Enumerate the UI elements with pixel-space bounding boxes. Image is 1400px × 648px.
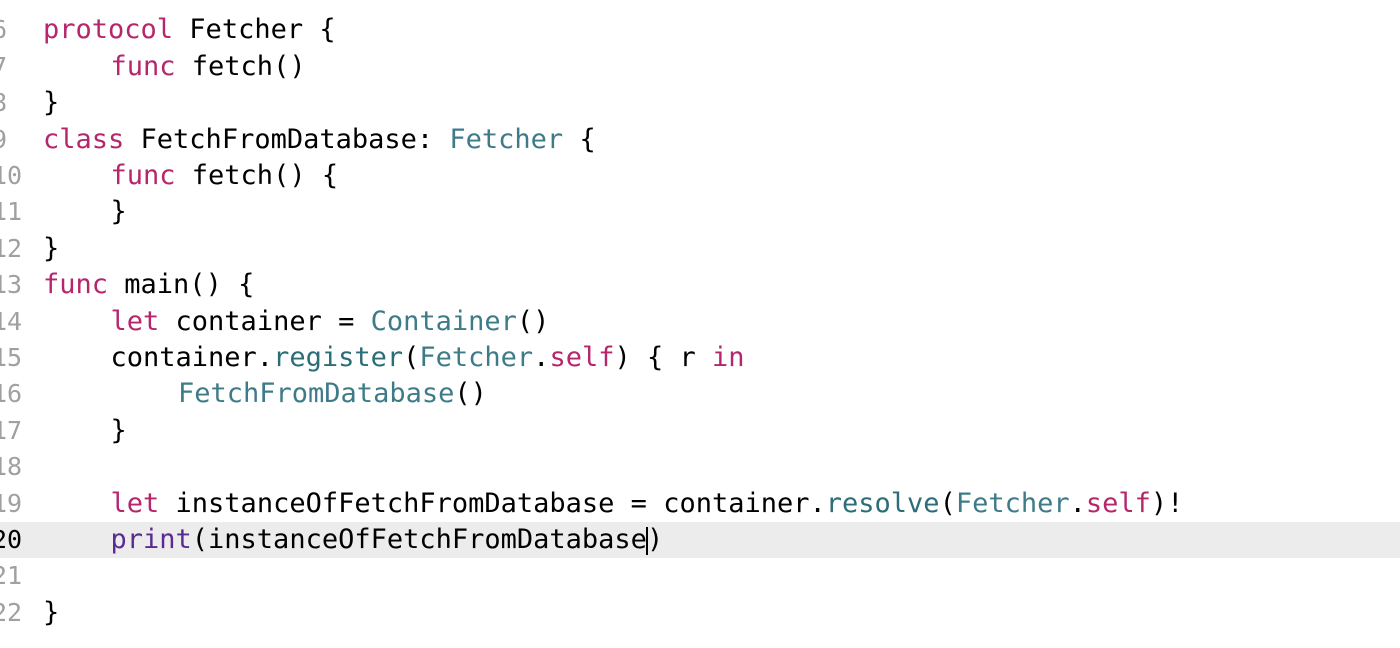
code-line[interactable]: 15 container.register(Fetcher.self) { r i… [0,340,1400,376]
code-line[interactable]: 6 protocol Fetcher { [0,12,1400,48]
code-token: . [533,342,550,373]
code-token: in [712,342,745,373]
line-number: 14 [0,306,23,336]
code-line[interactable]: 21 [0,558,1400,594]
code-token: let [110,487,160,519]
code-text: FetchFromDatabase() [178,376,487,412]
code-text: } [43,231,59,267]
line-number: 21 [0,561,23,591]
code-token: func [43,269,109,301]
code-token: } [43,596,60,628]
code-token: ( [939,487,956,519]
code-token: fetch() [175,50,306,82]
code-token: Fetcher [449,123,564,155]
line-number: 19 [0,488,23,518]
code-token: register [273,342,404,373]
code-token: } [43,232,60,264]
code-token: fetch() { [175,160,339,191]
code-text: func fetch() [111,49,306,85]
code-line[interactable]: 8} [0,85,1400,121]
code-text: let container = Container() [111,304,550,340]
code-token: protocol [43,14,174,46]
code-text: } [111,194,127,230]
code-token: container. [110,342,274,373]
code-token: func [110,50,176,82]
code-token: ) { r [614,342,713,373]
code-text: } [43,85,59,121]
code-token: FetchFromDatabase [178,378,455,410]
line-number: 18 [0,452,23,482]
code-token: Fetcher { [173,14,336,46]
code-token: print [110,524,192,555]
code-token: () [454,378,487,410]
code-token: . [1069,487,1086,519]
line-number: 8 [0,85,12,121]
line-number: 16 [0,379,23,409]
code-token: container = [159,305,371,337]
code-text: func fetch() { [111,158,339,194]
code-token: } [43,87,60,119]
code-text: protocol Fetcher { [43,12,336,48]
code-text: container.register(Fetcher.self) { r in [111,340,745,376]
code-text: } [43,595,59,631]
code-token: func [110,160,176,191]
code-text: class FetchFromDatabase: Fetcher { [43,122,596,158]
code-token: } [110,196,127,228]
code-line[interactable]: 7 func fetch() [0,49,1400,85]
code-text: func main() { [43,267,254,303]
line-number: 22 [0,597,23,627]
code-line[interactable]: 22} [0,595,1400,631]
code-line[interactable]: 12} [0,231,1400,267]
code-line[interactable]: 18 [0,449,1400,485]
code-line[interactable]: 10 func fetch() { [0,158,1400,194]
code-token: FetchFromDatabase: [124,123,450,155]
code-token: main() { [108,269,255,301]
code-line[interactable]: 17} [0,413,1400,449]
line-number: 11 [0,197,23,227]
code-token: resolve [825,487,940,519]
code-text: } [111,413,127,449]
code-line[interactable]: 9 class FetchFromDatabase: Fetcher { [0,122,1400,158]
line-number: 7 [0,49,12,85]
line-number: 15 [0,343,23,372]
line-number: 13 [0,270,23,300]
code-token: ( [403,342,420,373]
code-token: Container [370,305,517,337]
code-line[interactable]: 11} [0,194,1400,230]
code-token: )! [1150,487,1184,519]
code-token: self [549,342,615,373]
code-token: { [563,123,596,155]
code-token: (instanceOfFetchFromDatabase [191,524,647,555]
code-text: print(instanceOfFetchFromDatabase) [111,522,664,558]
line-number: 6 [0,12,12,48]
line-number: 17 [0,415,23,445]
code-token: () [516,305,550,337]
code-line[interactable]: 16 FetchFromDatabase() [0,376,1400,412]
code-token: } [110,414,127,446]
code-line[interactable]: 14 let container = Container() [0,304,1400,340]
code-line[interactable]: 20 print(instanceOfFetchFromDatabase) [0,522,1400,559]
code-token: class [43,123,125,155]
line-number: 9 [0,122,12,158]
line-number: 20 [0,525,23,554]
code-text: let instanceOfFetchFromDatabase = contai… [111,486,1184,522]
code-editor[interactable]: 6protocol Fetcher {7func fetch()8}9class… [0,0,1400,648]
code-token: self [1085,487,1151,519]
code-token: instanceOfFetchFromDatabase = container. [159,487,826,519]
line-number: 10 [0,161,23,190]
code-line[interactable]: 13 func main() { [0,267,1400,303]
code-token: let [110,305,160,337]
code-token: Fetcher [419,342,534,373]
code-token: Fetcher [955,487,1070,519]
code-token: ) [646,524,664,555]
line-number: 12 [0,233,23,263]
code-line[interactable]: 19 let instanceOfFetchFromDatabase = cont… [0,486,1400,522]
